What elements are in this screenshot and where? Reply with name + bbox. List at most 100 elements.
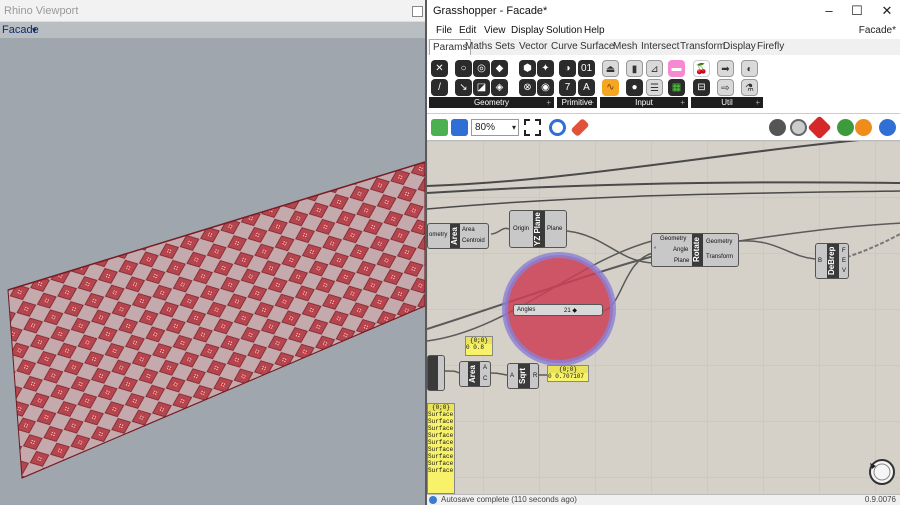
rotate-component[interactable]: Geometry ° Angle Plane Rotate Geometry T… (651, 233, 739, 267)
rhino-window-title: Rhino Viewport (4, 5, 79, 17)
grasshopper-window[interactable]: Grasshopper - Facade* – ☐ ✕ File Edit Vi… (425, 0, 900, 505)
data-output-icon[interactable]: ⇨ (717, 79, 734, 96)
graph-mapper-icon[interactable]: ∿ (602, 79, 619, 96)
display-settings-icon[interactable] (837, 119, 854, 136)
cherry-picker-icon[interactable]: 🍒 (693, 60, 710, 77)
list-item: Surface (428, 467, 454, 474)
geometry-param-icon[interactable]: ◉ (537, 79, 554, 96)
data-input-icon[interactable]: ➡ (717, 60, 734, 77)
close-icon[interactable]: ✕ (879, 3, 895, 19)
zoom-extents-icon[interactable] (524, 119, 541, 136)
preview-selected-icon[interactable] (807, 115, 832, 140)
menu-view[interactable]: View (484, 25, 506, 36)
panel-sqrt-output[interactable]: {0;0} 0 0.707107 (547, 365, 589, 382)
box-param-icon[interactable]: ◪ (473, 79, 490, 96)
arc-param-icon[interactable]: ↘ (455, 79, 472, 96)
maximize-icon[interactable] (412, 6, 423, 17)
facade-3d-model[interactable] (0, 38, 425, 505)
text-param-icon[interactable]: A (578, 79, 595, 96)
line-param-icon[interactable]: / (431, 79, 448, 96)
zoom-level-select[interactable]: 80% ▾ (471, 119, 519, 136)
panel-small[interactable]: {0;0} 0 0.8 (465, 336, 493, 356)
partial-component-left[interactable] (427, 355, 445, 391)
minimize-icon[interactable]: – (821, 3, 837, 19)
data-dam-icon[interactable]: ⊟ (693, 79, 710, 96)
viewport-menu-arrow-icon[interactable]: ▾ (32, 25, 37, 36)
document-preview-icon[interactable] (855, 119, 872, 136)
area-component-top[interactable]: ometry Area Area Centroid (427, 223, 489, 249)
boolean-param-icon[interactable]: ◑ (559, 60, 576, 77)
panel-icon[interactable]: ▦ (668, 79, 685, 96)
number-param-icon[interactable]: 7 (559, 79, 576, 96)
component-ribbon: ✕ ○ ◎ ◆ ⬢ ✦ / ↘ ◪ ◈ ⊗ ◉ Geometry + ◑ 01 7… (427, 55, 900, 114)
menu-file[interactable]: File (436, 25, 452, 36)
yz-plane-component[interactable]: Origin YZ Plane Plane (509, 210, 567, 248)
mesh-param-icon[interactable]: ✦ (537, 60, 554, 77)
autosave-status-icon (429, 496, 437, 504)
viewport-header: Facade ▾ (0, 22, 425, 38)
sqrt-component[interactable]: A Sqrt R (507, 363, 539, 389)
tab-surface[interactable]: Surface (580, 41, 614, 52)
gh-canvas[interactable]: ometry Area Area Centroid Origin YZ Plan… (427, 141, 900, 494)
brep-param-icon[interactable]: ⬢ (519, 60, 536, 77)
potion-icon[interactable]: ⚗ (741, 79, 758, 96)
plane-param-icon[interactable]: ◈ (491, 79, 508, 96)
surface-param-icon[interactable]: ◆ (491, 60, 508, 77)
angles-slider[interactable]: Angles 21 ◆ (513, 304, 603, 316)
value-list-icon[interactable]: ☰ (646, 79, 663, 96)
tab-maths[interactable]: Maths (465, 41, 492, 52)
colour-swatch-icon[interactable]: ▬ (668, 60, 685, 77)
tab-mesh[interactable]: Mesh (613, 41, 637, 52)
panel-label-util[interactable]: Util + (691, 97, 763, 108)
status-message: Autosave complete (110 seconds ago) (441, 495, 577, 504)
area-component-label: Area (450, 224, 460, 248)
panel-geometry: ✕ ○ ◎ ◆ ⬢ ✦ / ↘ ◪ ◈ ⊗ ◉ Geometry + (429, 58, 554, 108)
point-param-icon[interactable]: ✕ (431, 60, 448, 77)
tab-sets[interactable]: Sets (495, 41, 515, 52)
preview-wire-icon[interactable] (790, 119, 807, 136)
tab-vector[interactable]: Vector (519, 41, 547, 52)
list-item: Surface (428, 432, 454, 439)
rhino-viewport-window[interactable]: Rhino Viewport Facade ▾ (0, 0, 425, 505)
menu-solution[interactable]: Solution (546, 25, 582, 36)
maximize-icon[interactable]: ☐ (849, 3, 865, 19)
component-tabs: Params Maths Sets Vector Curve Surface M… (427, 39, 900, 55)
preview-shaded-icon[interactable] (769, 119, 786, 136)
panel-label-primitive[interactable]: Primitive + (557, 97, 597, 108)
list-item: Surface (428, 425, 454, 432)
curve-param-icon[interactable]: ◎ (473, 60, 490, 77)
panel-label-input[interactable]: Input + (600, 97, 688, 108)
gh-statusbar: Autosave complete (110 seconds ago) 0.9.… (427, 494, 900, 505)
menu-help[interactable]: Help (584, 25, 605, 36)
named-views-eye-icon[interactable] (549, 119, 566, 136)
menu-display[interactable]: Display (511, 25, 544, 36)
panel-surface-list[interactable]: {0;0} Surface Surface Surface Surface Su… (427, 403, 455, 494)
slider-value[interactable]: 21 ◆ (564, 307, 577, 314)
knob-icon[interactable]: ● (626, 79, 643, 96)
desktop: Rhino Viewport Facade ▾ Grasshopper - Fa… (0, 0, 900, 505)
number-slider-icon[interactable]: ⊿ (646, 60, 663, 77)
canvas-navigation-compass-icon[interactable] (867, 457, 897, 487)
tab-curve[interactable]: Curve (551, 41, 578, 52)
galapagos-icon[interactable]: ◐ (741, 60, 758, 77)
panel-label-geometry[interactable]: Geometry + (429, 97, 554, 108)
tab-transform[interactable]: Transform (680, 41, 725, 52)
field-param-icon[interactable]: ⊗ (519, 79, 536, 96)
tab-display[interactable]: Display (723, 41, 756, 52)
open-file-icon[interactable] (431, 119, 448, 136)
list-item: Surface (428, 418, 454, 425)
circle-param-icon[interactable]: ○ (455, 60, 472, 77)
sketch-pen-icon[interactable] (570, 117, 590, 138)
boolean-toggle-icon[interactable]: ⏏ (602, 60, 619, 77)
tab-intersect[interactable]: Intersect (641, 41, 679, 52)
tab-firefly[interactable]: Firefly (757, 41, 784, 52)
menu-edit[interactable]: Edit (459, 25, 476, 36)
integer-param-icon[interactable]: 01 (578, 60, 595, 77)
save-file-icon[interactable] (451, 119, 468, 136)
canvas-wires (427, 141, 900, 494)
list-item: Surface (428, 453, 454, 460)
debrep-component[interactable]: B DeBrep F E V (815, 243, 849, 279)
area-component-bottom[interactable]: Area A C (459, 361, 491, 387)
preview-mesh-icon[interactable] (879, 119, 896, 136)
button-icon[interactable]: ▮ (626, 60, 643, 77)
